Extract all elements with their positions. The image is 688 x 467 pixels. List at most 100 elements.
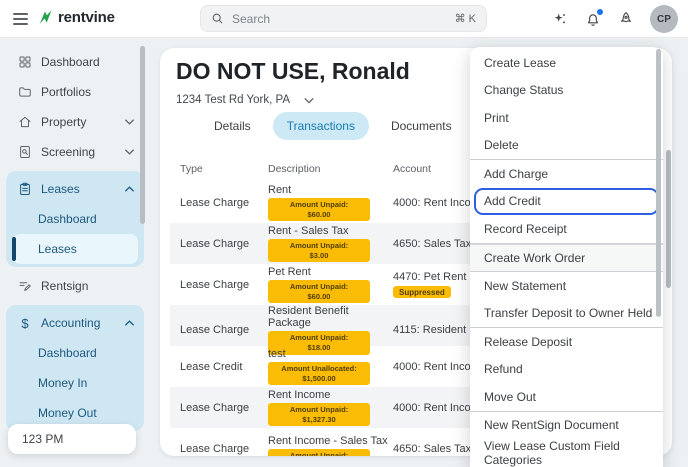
sidebar-subitem-leases-dashboard[interactable]: Dashboard	[6, 204, 144, 234]
chevron-up-icon	[125, 186, 134, 192]
sidebar-item-label: Dashboard	[41, 55, 100, 69]
menu-item-add-charge[interactable]: Add Charge	[470, 160, 663, 188]
property-address-text: 1234 Test Rd York, PA	[176, 94, 290, 106]
sidebar-item-label: Screening	[41, 145, 95, 159]
cell-description: testAmount Unallocated:$1,500.00	[268, 348, 393, 386]
tab-documents[interactable]: Documents	[377, 112, 466, 140]
tab-transactions[interactable]: Transactions	[273, 112, 369, 140]
menu-item-new-rentsign-document[interactable]: New RentSign Document	[470, 412, 663, 440]
menu-item-delete[interactable]: Delete	[470, 132, 663, 160]
cell-type: Lease Charge	[180, 197, 268, 209]
description-text: Pet Rent	[268, 266, 393, 278]
menu-item-create-lease[interactable]: Create Lease	[470, 49, 663, 77]
sidebar-subitem-leases-leases[interactable]: Leases	[12, 234, 138, 264]
description-text: Rent	[268, 184, 393, 196]
lease-actions-menu: Create LeaseChange StatusPrintDeleteAdd …	[470, 47, 663, 467]
chevron-down-icon	[125, 149, 134, 155]
sidebar-item-label: Accounting	[41, 316, 100, 330]
search-input[interactable]: Search ⌘ K	[200, 5, 487, 32]
folder-icon	[18, 85, 32, 99]
notification-dot	[597, 9, 603, 15]
rocket-icon[interactable]	[617, 10, 635, 28]
menu-scrollbar[interactable]	[656, 49, 661, 317]
cell-type: Lease Charge	[180, 279, 268, 291]
signature-icon	[18, 279, 32, 293]
description-text: Resident Benefit Package	[268, 305, 393, 329]
amount-badge-label: Amount Unallocated:	[281, 364, 356, 373]
search-shortcut: ⌘ K	[455, 12, 476, 25]
sidebar-subitem-accounting-money-in[interactable]: Money In	[6, 368, 144, 398]
amount-badge-value: $1,327.30	[302, 415, 335, 424]
amount-badge-label: Amount Unpaid:	[290, 282, 348, 291]
sidebar-subitem-accounting-dashboard[interactable]: Dashboard	[6, 338, 144, 368]
cell-type: Lease Charge	[180, 324, 268, 336]
description-text: Rent - Sales Tax	[268, 225, 393, 237]
column-header-description: Description	[268, 163, 393, 175]
menu-item-release-deposit[interactable]: Release Deposit	[470, 328, 663, 356]
amount-badge-value: $3.00	[310, 251, 329, 260]
menu-item-add-credit[interactable]: Add Credit	[474, 188, 659, 216]
menu-item-transfer-deposit-to-owner-held[interactable]: Transfer Deposit to Owner Held	[470, 300, 663, 328]
suppressed-badge: Suppressed	[393, 286, 451, 298]
menu-item-move-out[interactable]: Move Out	[470, 383, 663, 411]
cell-description: Pet RentAmount Unpaid:$60.00	[268, 266, 393, 304]
account-text: 4650: Sales Tax	[393, 238, 471, 250]
sidebar-group-leases: LeasesDashboardLeases	[6, 171, 144, 267]
cell-type: Lease Credit	[180, 361, 268, 373]
sidebar-item-property[interactable]: Property	[0, 107, 150, 137]
sidebar-item-accounting[interactable]: $Accounting	[6, 308, 144, 338]
sidebar-item-rentsign[interactable]: Rentsign	[0, 271, 150, 301]
page-scrollbar[interactable]	[666, 150, 671, 288]
rentvine-logo[interactable]: rentvine	[37, 8, 115, 27]
sidebar-item-label: Portfolios	[41, 85, 91, 99]
sidebar-group-accounting: $AccountingDashboardMoney InMoney Out	[6, 305, 144, 431]
sidebar-item-portfolios[interactable]: Portfolios	[0, 77, 150, 107]
home-icon	[18, 115, 32, 129]
sidebar-item-label: Property	[41, 115, 86, 129]
amount-badge: Amount Unpaid:$60.00	[268, 198, 370, 222]
account-text: 4650: Sales Tax	[393, 443, 471, 455]
cell-description: Rent Amount Unpaid:$60.00	[268, 184, 393, 222]
amount-badge: Amount Unpaid:$1,327.30	[268, 403, 370, 427]
tab-details[interactable]: Details	[200, 112, 265, 140]
user-avatar[interactable]: CP	[650, 5, 678, 33]
menu-item-view-lease-custom-field-categories[interactable]: View Lease Custom Field Categories	[470, 439, 663, 467]
amount-badge-label: Amount Unpaid:	[290, 405, 348, 414]
amount-badge-value: $1,500.00	[302, 374, 335, 383]
property-address[interactable]: 1234 Test Rd York, PA	[176, 94, 314, 106]
amount-badge: Amount Unpaid:$3.00	[268, 239, 370, 263]
page-title: DO NOT USE, Ronald	[176, 58, 410, 85]
search-placeholder: Search	[232, 12, 270, 26]
sidebar-nav: Dashboard Portfolios Property Screening Leas…	[0, 38, 150, 467]
sidebar-item-screening[interactable]: Screening	[0, 137, 150, 167]
sidebar-scrollbar[interactable]	[140, 46, 145, 224]
menu-item-record-receipt[interactable]: Record Receipt	[470, 215, 663, 243]
ai-sparkle-icon[interactable]	[551, 10, 569, 28]
sidebar-item-label: Rentsign	[41, 279, 88, 293]
menu-item-new-statement[interactable]: New Statement	[470, 272, 663, 300]
description-text: Rent Income	[268, 389, 393, 401]
dashboard-grid-icon	[18, 55, 32, 69]
app-window: rentvine Search ⌘ K CP Dashboard Portfoli…	[0, 0, 688, 467]
sidebar-item-dashboard[interactable]: Dashboard	[0, 47, 150, 77]
sidebar-item-leases[interactable]: Leases	[6, 174, 144, 204]
cell-description: Rent Income - Sales TaxAmount Unpaid:	[268, 435, 393, 456]
menu-item-print[interactable]: Print	[470, 104, 663, 132]
cell-type: Lease Charge	[180, 238, 268, 250]
cell-type: Lease Charge	[180, 402, 268, 414]
chevron-up-icon	[125, 320, 134, 326]
amount-badge: Amount Unallocated:$1,500.00	[268, 362, 370, 386]
hamburger-menu-icon[interactable]	[13, 13, 28, 25]
document-search-icon	[18, 145, 32, 159]
menu-item-create-work-order[interactable]: Create Work Order	[470, 244, 663, 272]
menu-item-change-status[interactable]: Change Status	[470, 77, 663, 105]
menu-item-refund[interactable]: Refund	[470, 356, 663, 384]
chevron-down-icon	[125, 119, 134, 125]
amount-badge-label: Amount Unpaid:	[290, 333, 348, 342]
sidebar-item-label: Leases	[41, 182, 80, 196]
amount-badge: Amount Unpaid:	[268, 449, 370, 456]
clock-widget: 123 PM	[8, 424, 136, 454]
notifications-bell-icon[interactable]	[584, 10, 602, 28]
logo-text: rentvine	[58, 9, 115, 26]
amount-badge-label: Amount Unpaid:	[290, 200, 348, 209]
